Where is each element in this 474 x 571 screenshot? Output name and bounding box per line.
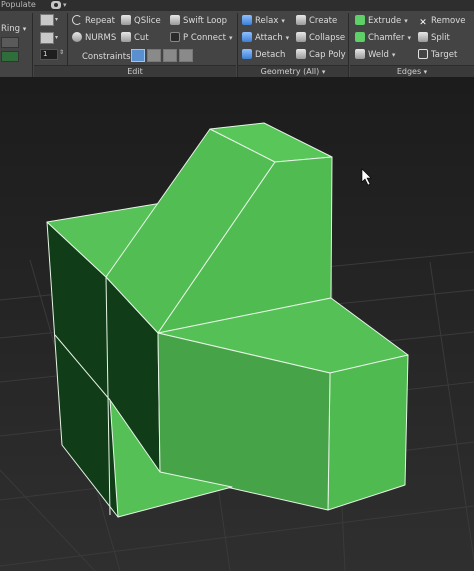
weld-button[interactable]: Weld ▾ [355,48,395,62]
split-icon [418,32,428,42]
collapse-button[interactable]: Collapse [296,31,345,45]
repeat-icon [72,15,82,25]
qslice-button[interactable]: QSlice [121,14,161,28]
create-icon [296,15,306,25]
chevron-down-icon[interactable]: ▾ [55,34,58,41]
geometry-panel: Relax ▾ Create Attach ▾ Collapse Detach Ca… [238,11,348,65]
target-icon [418,49,428,59]
chamfer-label: Chamfer [368,33,405,43]
collapse-label: Collapse [309,33,346,43]
target-button[interactable]: Target [418,48,457,62]
create-button[interactable]: Create [296,14,337,28]
detach-button[interactable]: Detach [242,48,285,62]
swift-loop-button[interactable]: Swift Loop [170,14,227,28]
loop-count-value: 1 [43,50,48,58]
extrude-icon [355,15,365,25]
relax-button[interactable]: Relax ▾ [242,14,285,28]
detach-icon [242,49,252,59]
split-button[interactable]: Split [418,31,450,45]
loop-count-spinner[interactable]: 1 [40,49,58,60]
qslice-label: QSlice [134,16,161,26]
chevron-down-icon: ▾ [321,68,326,76]
extrude-button[interactable]: Extrude ▾ [355,14,408,28]
chevron-down-icon[interactable]: ▾ [63,1,67,9]
chevron-down-icon[interactable]: ▾ [404,17,408,25]
grow-selection-icon[interactable] [40,32,54,44]
spinner-arrows-icon[interactable]: ⇕ [59,49,64,56]
selection-icon[interactable] [40,14,54,26]
p-connect-label: P Connect [183,33,226,43]
ring-mode-button[interactable] [1,37,19,48]
cut-icon [121,32,131,42]
constraints-label: Constraints: [82,52,134,62]
repeat-button[interactable]: Repeat [72,14,115,28]
relax-icon [242,15,252,25]
target-label: Target [431,50,458,60]
chevron-down-icon[interactable]: ▾ [286,34,290,42]
attach-icon [242,32,252,42]
chamfer-button[interactable]: Chamfer ▾ [355,31,411,45]
cut-button[interactable]: Cut [121,31,149,45]
cap-poly-button[interactable]: Cap Poly [296,48,346,62]
repeat-label: Repeat [85,16,115,26]
extrude-label: Extrude [368,16,402,26]
create-label: Create [309,16,338,26]
edges-panel-title-label: Edges [396,67,422,76]
relax-label: Relax [255,16,279,26]
populate-tab-label[interactable]: Populate [1,0,36,10]
remove-button[interactable]: ✕ Remove [418,14,466,28]
swift-loop-icon [170,15,180,25]
remove-label: Remove [431,16,466,26]
nurms-label: NURMS [85,33,117,43]
remove-icon: ✕ [419,18,427,28]
attach-label: Attach [255,33,283,43]
chevron-down-icon[interactable]: ▾ [408,34,412,42]
qslice-icon [121,15,131,25]
nurms-icon [72,32,82,42]
weld-icon [355,49,365,59]
split-label: Split [431,33,450,43]
detach-label: Detach [255,50,286,60]
p-connect-icon [170,32,180,42]
mesh-face[interactable] [327,354,409,511]
cap-poly-label: Cap Poly [309,50,346,60]
chamfer-icon [355,32,365,42]
chevron-down-icon[interactable]: ▾ [281,17,285,25]
divider [32,13,33,77]
loop-panel: Ring ▾ ▾ ▾ 1 ⇕ [0,11,66,65]
constraint-face-button[interactable] [163,49,177,62]
populate-eye-icon[interactable] [51,1,61,9]
geometry-panel-title-label: Geometry (All) [260,67,320,76]
cut-label: Cut [134,33,149,43]
swift-loop-label: Swift Loop [183,16,227,26]
modeling-ribbon: Ring ▾ ▾ ▾ 1 ⇕ Repeat QSlice Swift Loop … [0,11,474,78]
chevron-down-icon[interactable]: ▾ [55,16,58,23]
chevron-down-icon[interactable]: ▾ [229,34,233,42]
top-strip: Populate ▾ [0,0,474,11]
perspective-viewport[interactable] [0,77,474,571]
constraint-none-button[interactable] [131,49,145,62]
nurms-button[interactable]: NURMS [72,31,116,45]
collapse-icon [296,32,306,42]
ring-label: Ring [1,24,21,34]
edges-panel: Extrude ▾ ✕ Remove Chamfer ▾ Split Weld ▾ Ta… [350,11,474,65]
constraint-edge-button[interactable] [147,49,161,62]
ring-button[interactable]: Ring ▾ [1,24,26,34]
attach-button[interactable]: Attach ▾ [242,31,289,45]
weld-label: Weld [368,50,389,60]
divider [348,13,349,77]
ring-grid-button[interactable] [1,51,19,62]
p-connect-button[interactable]: P Connect ▾ [170,31,233,45]
chevron-down-icon[interactable]: ▾ [392,51,396,59]
chevron-down-icon: ▾ [423,68,428,76]
constraint-normal-button[interactable] [179,49,193,62]
cap-poly-icon [296,49,306,59]
